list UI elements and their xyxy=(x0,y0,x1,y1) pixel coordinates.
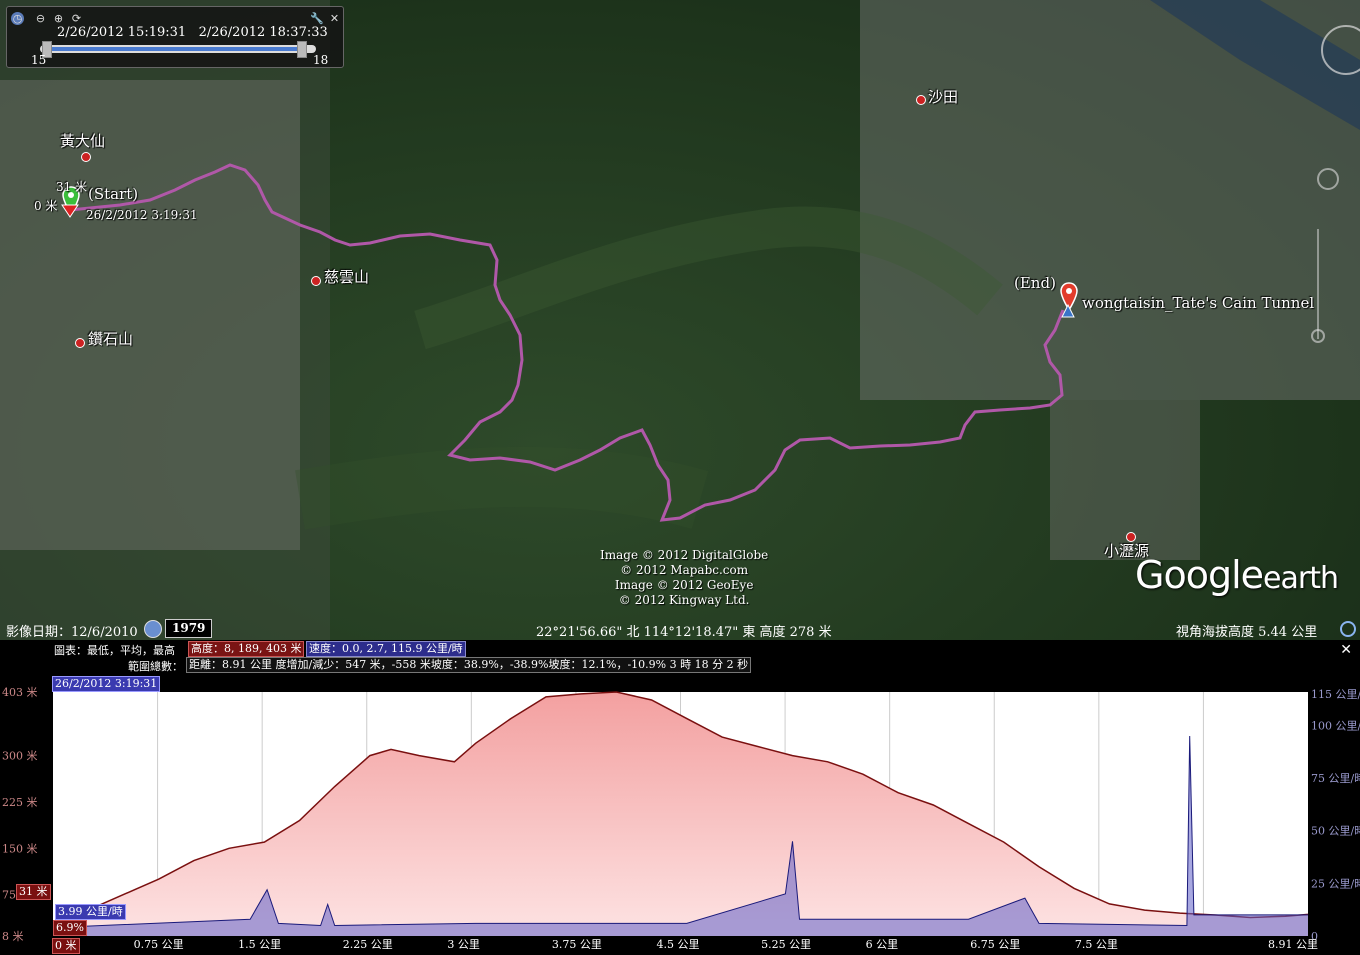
speed-tick-label: 75 公里/時 xyxy=(1311,772,1360,785)
elev-tick-label: 8 米 xyxy=(2,930,24,943)
x-tick-label: 6 公里 xyxy=(866,938,899,951)
place-dot xyxy=(916,95,926,105)
navigation-controls[interactable] xyxy=(1304,14,1360,354)
zoom-in-time-icon[interactable]: ⊕ xyxy=(52,12,65,25)
x-tick-label: 6.75 公里 xyxy=(970,938,1020,951)
place-dot xyxy=(75,338,85,348)
eye-altitude: 視角海拔高度 5.44 公里 xyxy=(1176,625,1318,640)
end-name-label[interactable]: wongtaisin_Tate's Cain Tunnel xyxy=(1082,294,1314,312)
start-elev-label: 31 米 xyxy=(56,180,88,194)
map-view[interactable]: 黃大仙 慈雲山 鑽石山 沙田 小瀝源 (Start) 31 米 0 米 26/2… xyxy=(0,0,1360,640)
place-label-shatin[interactable]: 沙田 xyxy=(928,86,958,107)
x-tick-label: 3.75 公里 xyxy=(552,938,602,951)
street-view-icon xyxy=(1317,168,1339,190)
copyright-line: © 2012 Mapabc.com xyxy=(620,563,749,577)
logo-sub: earth xyxy=(1263,561,1339,596)
speed-tick-label: 25 公里/時 xyxy=(1311,877,1360,890)
cursor-elev-box: 31 米 xyxy=(16,884,51,900)
close-icon[interactable]: ✕ xyxy=(328,12,341,25)
elev-tick-label: 403 米 xyxy=(2,686,38,699)
speed-tick-label: 115 公里/時 xyxy=(1311,688,1360,701)
start-zero-label: 0 米 xyxy=(34,199,58,213)
play-icon[interactable]: ⟳ xyxy=(70,12,83,25)
x-tick-label: 7.5 公里 xyxy=(1075,938,1118,951)
elev-tick-label: 300 米 xyxy=(2,750,38,763)
elevation-chart[interactable]: 403 米300 米225 米150 米75 米8 米115 公里/時100 公… xyxy=(0,640,1360,955)
compass-ring-icon xyxy=(1321,25,1360,75)
imagery-copyright: Image © 2012 DigitalGlobe © 2012 Mapabc.… xyxy=(600,548,768,608)
x-tick-label: 0.75 公里 xyxy=(134,938,184,951)
start-arrow-icon xyxy=(61,204,79,218)
zoom-out-time-icon[interactable]: ⊖ xyxy=(34,12,47,25)
time-min-label: 15 xyxy=(31,53,47,67)
end-arrow-icon xyxy=(1061,304,1075,318)
place-dot xyxy=(81,152,91,162)
time-end: 2/26/2012 18:37:33 xyxy=(198,25,328,40)
cursor-grade-box: 6.9% xyxy=(53,920,87,936)
x-tick-label: 8.91 公里 xyxy=(1268,938,1318,951)
x-tick-label: 5.25 公里 xyxy=(761,938,811,951)
start-time-label: 26/2/2012 3:19:31 xyxy=(86,208,198,222)
copyright-line: Image © 2012 DigitalGlobe xyxy=(600,548,769,562)
imagery-date: 影像日期：12/6/2010 xyxy=(6,625,138,640)
time-max-label: 18 xyxy=(313,53,329,67)
elev-tick-label: 225 米 xyxy=(2,796,38,809)
streaming-icon xyxy=(1340,621,1356,637)
time-range-fill xyxy=(49,47,305,51)
cursor-x-box: 0 米 xyxy=(52,938,80,954)
clock-icon[interactable]: ◷ xyxy=(11,12,24,25)
place-dot xyxy=(311,276,321,286)
time-slider[interactable]: ◷ ⊖ ⊕ ⟳ 🔧 ✕ 2/26/2012 15:19:31 2/26/2012… xyxy=(6,6,344,68)
cursor-speed-box: 3.99 公里/時 xyxy=(55,904,126,920)
end-label[interactable]: (End) xyxy=(1014,274,1056,292)
speed-tick-label: 100 公里/時 xyxy=(1311,719,1360,732)
copyright-line: © 2012 Kingway Ltd. xyxy=(618,593,750,607)
historical-imagery-icon[interactable] xyxy=(144,620,162,638)
google-earth-logo: Googleearth xyxy=(1135,553,1339,597)
x-tick-label: 4.5 公里 xyxy=(657,938,700,951)
speed-tick-label: 50 公里/時 xyxy=(1311,825,1360,838)
copyright-line: Image © 2012 GeoEye xyxy=(614,578,754,592)
time-range: 2/26/2012 15:19:31 2/26/2012 18:37:33 xyxy=(57,25,328,40)
time-end-handle[interactable] xyxy=(297,41,307,58)
start-label[interactable]: (Start) xyxy=(88,185,138,203)
place-label-wongtaisin[interactable]: 黃大仙 xyxy=(60,130,105,151)
elev-tick-label: 150 米 xyxy=(2,842,38,855)
place-label-diamond-hill[interactable]: 鑽石山 xyxy=(88,328,133,349)
coordinates-readout: 22°21'56.66" 北 114°12'18.47" 東 高度 278 米 xyxy=(536,625,832,640)
x-tick-label: 2.25 公里 xyxy=(343,938,393,951)
status-bar: 影像日期：12/6/2010 1979 22°21'56.66" 北 114°1… xyxy=(0,618,1360,640)
satellite-imagery xyxy=(0,0,1360,640)
time-start: 2/26/2012 15:19:31 xyxy=(57,25,187,40)
year-badge[interactable]: 1979 xyxy=(165,619,213,638)
wrench-icon[interactable]: 🔧 xyxy=(310,12,324,25)
place-label-tsz-wan-shan[interactable]: 慈雲山 xyxy=(324,266,369,287)
logo-main: Google xyxy=(1135,553,1264,597)
x-tick-label: 1.5 公里 xyxy=(238,938,281,951)
x-tick-label: 3 公里 xyxy=(447,938,480,951)
